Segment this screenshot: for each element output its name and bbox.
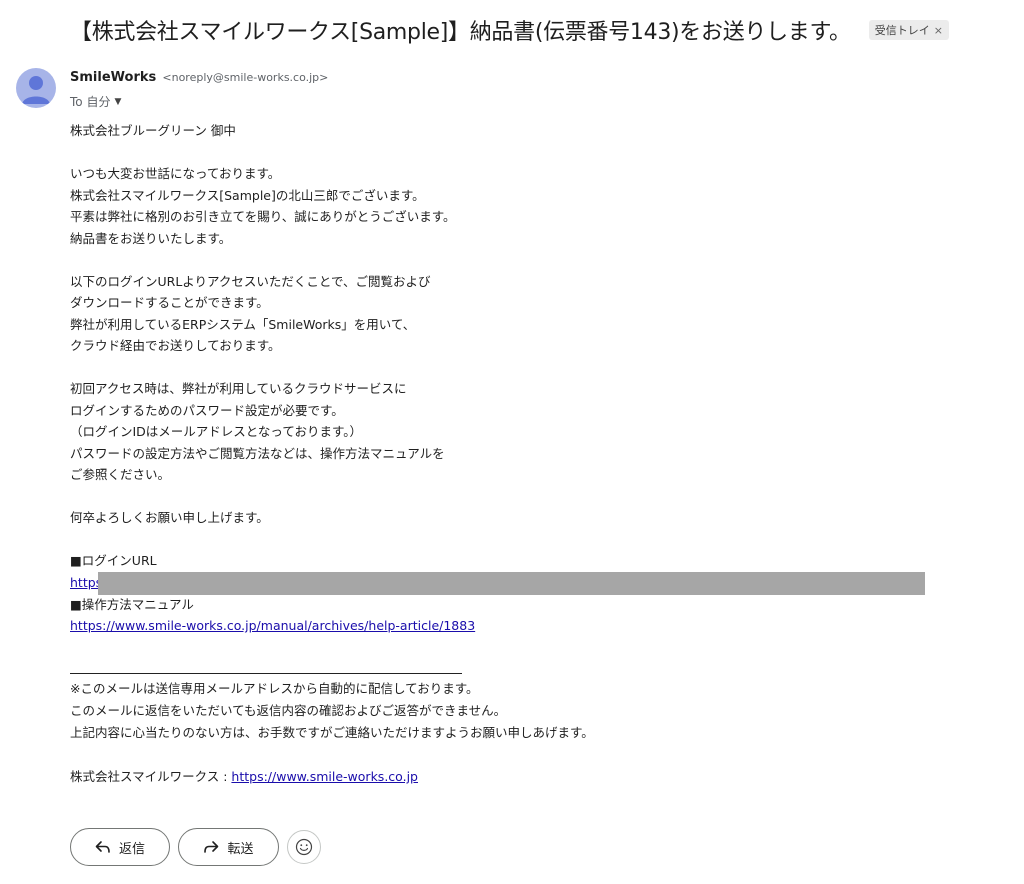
company-line: 株式会社スマイルワークス : https://www.smile-works.c…	[70, 766, 950, 788]
body-line: ダウンロードすることができます。	[70, 295, 269, 310]
body-line: ご参照ください。	[70, 467, 171, 482]
login-url-row: https	[70, 571, 950, 595]
recipient-text: To 自分	[70, 95, 111, 109]
reply-label: 返信	[118, 841, 145, 857]
body-line: いつも大変お世話になっております。	[70, 166, 281, 181]
body-line: 初回アクセス時は、弊社が利用しているクラウドサービスに	[70, 381, 407, 396]
inbox-label-text: 受信トレイ	[874, 24, 930, 37]
recipient-details[interactable]: To 自分 ▼	[70, 93, 121, 110]
body-line: 弊社が利用しているERPシステム「SmileWorks」を用いて、	[70, 316, 416, 332]
subject-row: 【株式会社スマイルワークス[Sample]】納品書(伝票番号143)をお送りしま…	[70, 10, 1014, 50]
footer-line: ※このメールは送信専用メールアドレスから自動的に配信しております。	[70, 681, 479, 696]
email-body: 株式会社ブルーグリーン 御中 いつも大変お世話になっております。 株式会社スマイ…	[70, 120, 950, 637]
reply-button[interactable]: 返信	[70, 828, 170, 866]
chevron-down-icon[interactable]: ▼	[114, 97, 121, 107]
forward-label: 転送	[227, 841, 254, 857]
forward-button[interactable]: 転送	[178, 828, 279, 866]
sender-email: <noreply@smile-works.co.jp>	[162, 71, 329, 84]
company-label: 株式会社スマイルワークス :	[70, 769, 232, 784]
closing-line: 何卒よろしくお願い申し上げます。	[70, 510, 269, 525]
reply-icon	[95, 841, 110, 853]
email-footer: ※このメールは送信専用メールアドレスから自動的に配信しております。 このメールに…	[70, 678, 950, 788]
email-subject: 【株式会社スマイルワークス[Sample]】納品書(伝票番号143)をお送りしま…	[70, 20, 851, 45]
body-line: 納品書をお送りいたします。	[70, 230, 232, 246]
body-line: 以下のログインURLよりアクセスいただくことで、ご閲覧および	[70, 273, 431, 289]
sender-line: SmileWorks <noreply@smile-works.co.jp>	[70, 70, 328, 85]
login-url-heading: ■ログインURL	[70, 553, 157, 568]
manual-url-link[interactable]: https://www.smile-works.co.jp/manual/arc…	[70, 618, 475, 633]
body-line: 平素は弊社に格別のお引き立てを賜り、誠にありがとうございます。	[70, 209, 456, 224]
body-line: （ログインIDはメールアドレスとなっております。）	[70, 424, 362, 439]
remove-label-icon[interactable]: ×	[934, 24, 943, 37]
person-icon	[22, 76, 50, 104]
smiley-icon	[295, 838, 313, 856]
manual-heading: ■操作方法マニュアル	[70, 596, 194, 612]
redaction-bar	[98, 571, 925, 595]
forward-icon	[204, 841, 219, 853]
emoji-reaction-button[interactable]	[287, 830, 321, 864]
greeting: 株式会社ブルーグリーン 御中	[70, 123, 236, 138]
footer-line: 上記内容に心当たりのない方は、お手数ですがご連絡いただけますようお願い申しあげま…	[70, 725, 594, 740]
body-line: パスワードの設定方法やご閲覧方法などは、操作方法マニュアルを	[70, 445, 445, 461]
footer-line: このメールに返信をいただいても返信内容の確認およびご返答ができません。	[70, 703, 507, 718]
body-line: クラウド経由でお送りしております。	[70, 338, 281, 353]
sender-avatar[interactable]	[16, 68, 56, 108]
signature-divider	[70, 673, 462, 674]
sender-name[interactable]: SmileWorks	[70, 70, 156, 85]
message-actions: 返信 転送	[70, 828, 321, 866]
body-line: 株式会社スマイルワークス[Sample]の北山三郎でございます。	[70, 187, 425, 203]
body-line: ログインするためのパスワード設定が必要です。	[70, 402, 344, 418]
company-url-link[interactable]: https://www.smile-works.co.jp	[231, 769, 418, 784]
inbox-label-chip[interactable]: 受信トレイ ×	[868, 20, 949, 40]
